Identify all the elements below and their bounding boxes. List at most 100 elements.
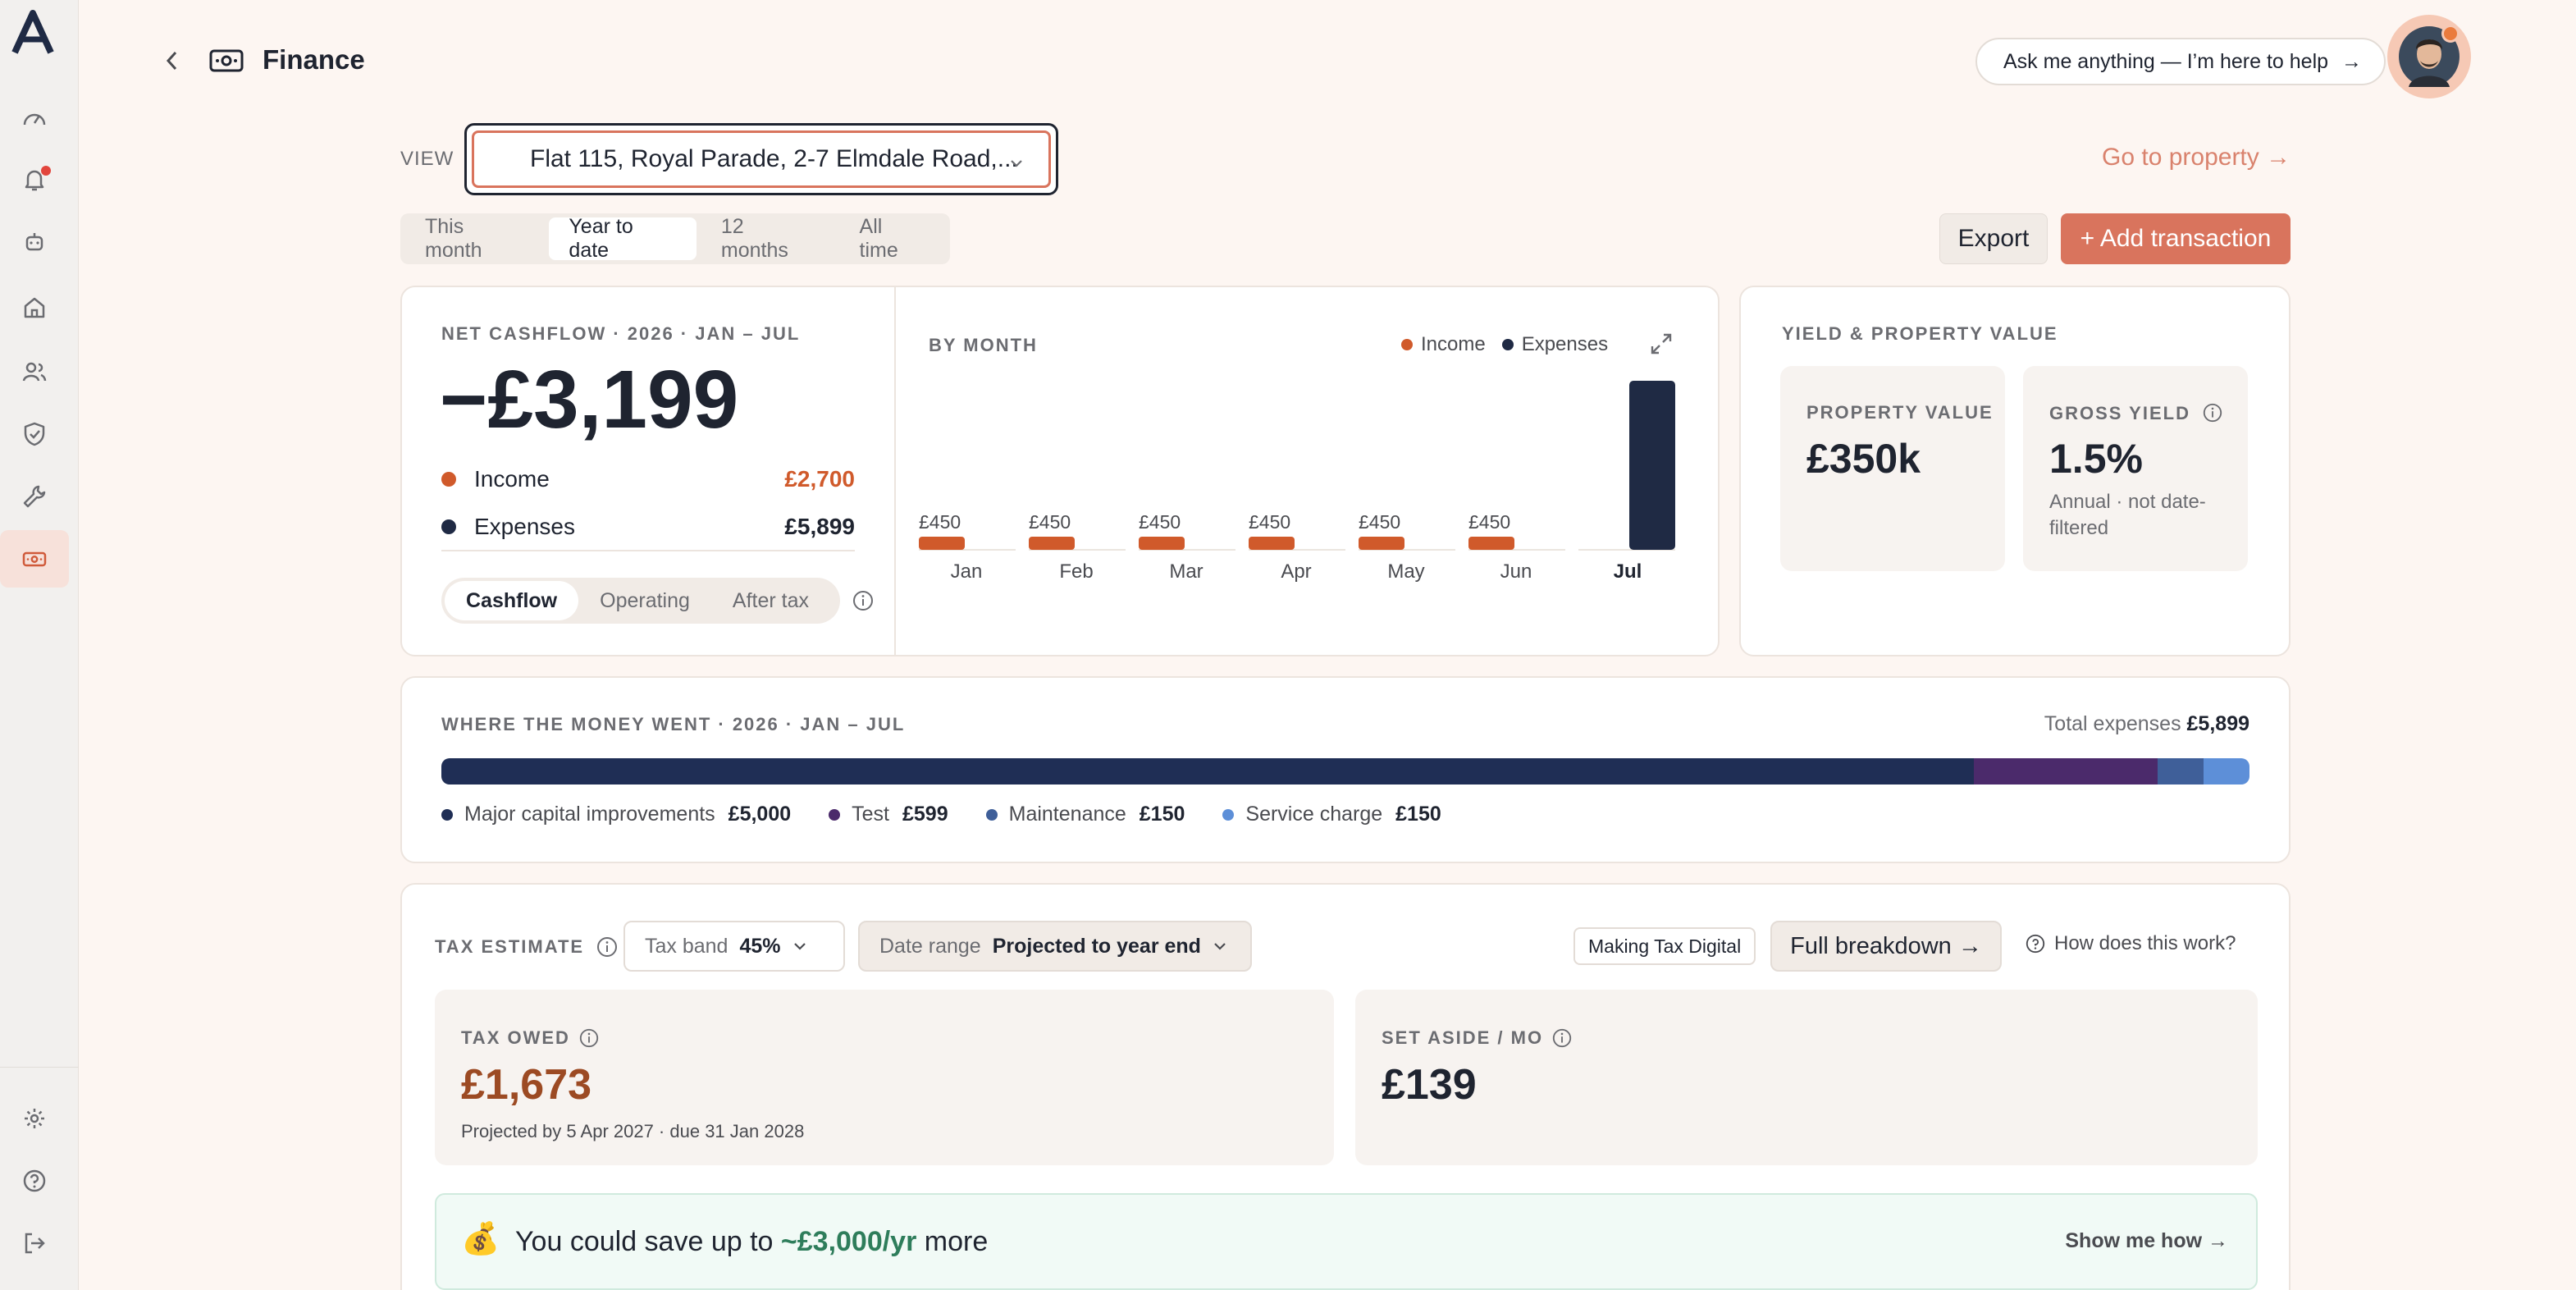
- expenses-bar-jul: [1629, 381, 1675, 550]
- info-icon[interactable]: [2202, 402, 2223, 423]
- expense-legend-item: Test £599: [829, 803, 948, 826]
- mode-after-tax[interactable]: After tax: [711, 581, 830, 620]
- nav-help-icon[interactable]: [0, 1152, 69, 1210]
- nav-tenants-users-icon[interactable]: [0, 343, 69, 400]
- add-transaction-button[interactable]: + Add transaction: [2061, 213, 2291, 264]
- cashflow-mode-tabs: Cashflow Operating After tax: [441, 578, 840, 624]
- by-month-chart: £450 Jan £450 Feb £450 Mar £450 Apr £450 May £450 J…: [919, 381, 1675, 583]
- info-icon[interactable]: [578, 1027, 600, 1049]
- cashflow-divider: [441, 550, 855, 551]
- expense-category-value: £5,000: [728, 803, 792, 826]
- expense-segment[interactable]: [2157, 758, 2204, 785]
- expense-category-value: £150: [1139, 803, 1185, 826]
- export-button[interactable]: Export: [1939, 213, 2048, 264]
- expenses-value: £5,899: [784, 514, 855, 539]
- mode-operating[interactable]: Operating: [578, 581, 711, 620]
- ask-assistant-input[interactable]: Ask me anything — I’m here to help →: [1975, 38, 2386, 85]
- page-title: Finance: [263, 44, 365, 75]
- selected-property: Flat 115, Royal Parade, 2-7 Elmdale Road…: [530, 145, 1018, 172]
- income-dot: [441, 472, 456, 487]
- x-tick-label: May: [1387, 560, 1424, 583]
- property-value: £350k: [1806, 436, 1921, 482]
- nav-compliance-shield-icon[interactable]: [0, 405, 69, 463]
- show-me-how-link[interactable]: Show me how →: [2065, 1229, 2228, 1253]
- chart-legend: Income Expenses: [1401, 333, 1608, 356]
- nav-settings-gear-icon[interactable]: [0, 1090, 69, 1147]
- income-bar-apr: [1249, 537, 1295, 550]
- full-breakdown-button[interactable]: Full breakdown →: [1770, 921, 2002, 972]
- expense-breakdown-bar: [441, 758, 2249, 785]
- how-does-this-work-link[interactable]: How does this work?: [2025, 932, 2236, 955]
- tax-band-select[interactable]: Tax band 45%: [623, 921, 845, 972]
- mode-cashflow[interactable]: Cashflow: [445, 581, 579, 620]
- savings-banner: 💰 You could save up to ~£3,000/yr more S…: [435, 1193, 2258, 1290]
- tab-year-to-date[interactable]: Year to date: [549, 215, 697, 262]
- x-tick-label: Jul: [1614, 560, 1642, 583]
- tax-owed-value: £1,673: [461, 1061, 592, 1109]
- income-row: Income £2,700: [441, 458, 855, 501]
- tab-this-month[interactable]: This month: [405, 215, 544, 262]
- nav-maintenance-wrench-icon[interactable]: [0, 468, 69, 525]
- income-bar-may: [1359, 537, 1404, 550]
- info-icon[interactable]: [852, 589, 875, 612]
- expense-segment[interactable]: [441, 758, 1975, 785]
- property-select[interactable]: Flat 115, Royal Parade, 2-7 Elmdale Road…: [464, 123, 1058, 195]
- net-cashflow-card: NET CASHFLOW · 2026 · JAN – JUL −£3,199 …: [400, 286, 1720, 656]
- user-avatar[interactable]: [2387, 15, 2471, 98]
- money-bag-icon: 💰: [461, 1222, 500, 1256]
- nav-properties-home-icon[interactable]: [0, 279, 69, 336]
- notification-dot: [41, 166, 51, 176]
- expense-category-value: £599: [902, 803, 948, 826]
- back-button[interactable]: [156, 44, 189, 77]
- net-cashflow-label: NET CASHFLOW · 2026 · JAN – JUL: [441, 323, 801, 344]
- by-month-label: BY MONTH: [929, 335, 1038, 355]
- expense-legend-item: Major capital improvements £5,000: [441, 803, 791, 826]
- expense-segment[interactable]: [1974, 758, 2158, 785]
- bar-value-label: £450: [1468, 511, 1510, 533]
- nav-dashboard-icon[interactable]: [0, 90, 69, 148]
- expense-category-name: Major capital improvements: [464, 803, 715, 826]
- bar-value-label: £450: [1029, 511, 1071, 533]
- nav-notifications-icon[interactable]: [0, 151, 69, 208]
- expenses-dot: [441, 519, 456, 534]
- nav-logout-icon[interactable]: [0, 1215, 69, 1272]
- expense-category-name: Test: [852, 803, 889, 826]
- sidebar: [0, 0, 79, 1290]
- expand-icon[interactable]: [1647, 330, 1675, 358]
- info-icon[interactable]: [1551, 1027, 1573, 1049]
- x-tick-label: Jan: [951, 560, 983, 583]
- sidebar-divider: [0, 1067, 79, 1068]
- bar-value-label: £450: [1139, 511, 1181, 533]
- expense-legend-item: Service charge £150: [1222, 803, 1441, 826]
- income-label: Income: [474, 466, 550, 492]
- income-value: £2,700: [784, 466, 855, 492]
- expense-category-name: Maintenance: [1008, 803, 1126, 826]
- go-to-property-link[interactable]: Go to property →: [2102, 144, 2291, 172]
- nav-finance-icon[interactable]: [0, 530, 69, 588]
- tab-12-months[interactable]: 12 months: [701, 215, 835, 262]
- making-tax-digital-badge[interactable]: Making Tax Digital: [1573, 927, 1756, 965]
- chevron-down-icon: [1214, 943, 1226, 950]
- set-aside-box: SET ASIDE / MO £139: [1355, 990, 2258, 1165]
- help-circle-icon: [2026, 934, 2045, 954]
- set-aside-value: £139: [1382, 1061, 1477, 1109]
- app-logo[interactable]: [8, 8, 57, 57]
- legend-dot: [829, 808, 841, 821]
- income-bar-jun: [1468, 537, 1514, 550]
- info-icon[interactable]: [596, 935, 619, 958]
- gross-yield-label: GROSS YIELD: [2049, 402, 2223, 424]
- tax-owed-box: TAX OWED £1,673 Projected by 5 Apr 2027 …: [435, 990, 1334, 1165]
- date-range-select[interactable]: Date range Projected to year end: [858, 921, 1252, 972]
- ask-placeholder: Ask me anything — I’m here to help: [2003, 49, 2329, 73]
- legend-income: Income: [1401, 333, 1486, 356]
- x-tick-label: Mar: [1169, 560, 1203, 583]
- expense-category-name: Service charge: [1245, 803, 1383, 826]
- nav-assistant-bot-icon[interactable]: [0, 213, 69, 271]
- expense-segment[interactable]: [2203, 758, 2249, 785]
- expenses-row: Expenses £5,899: [441, 505, 855, 548]
- where-money-went-label: WHERE THE MONEY WENT · 2026 · JAN – JUL: [441, 714, 906, 734]
- tax-estimate-label: TAX ESTIMATE: [435, 935, 619, 958]
- tab-all-time[interactable]: All time: [840, 215, 945, 262]
- chevron-down-icon: [793, 943, 806, 950]
- expense-category-value: £150: [1395, 803, 1441, 826]
